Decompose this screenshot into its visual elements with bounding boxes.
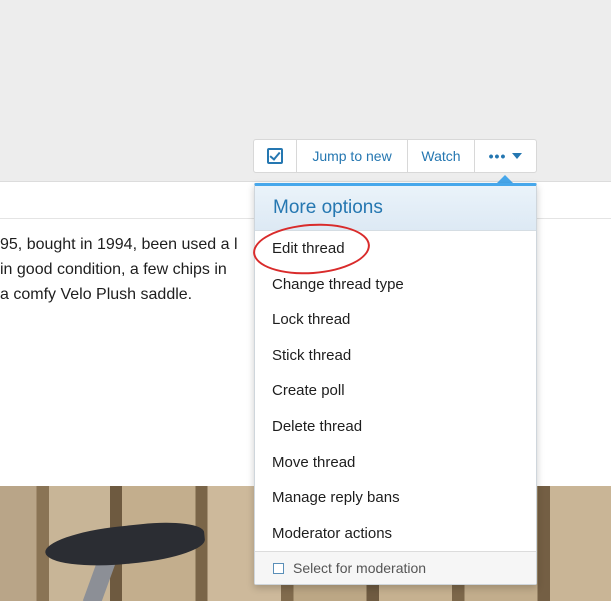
select-for-moderation[interactable]: Select for moderation [255, 551, 536, 584]
menu-item-create-poll[interactable]: Create poll [255, 373, 536, 409]
menu-title: More options [255, 186, 536, 231]
checkbox-check-icon [267, 148, 283, 164]
menu-item-moderator-actions[interactable]: Moderator actions [255, 516, 536, 552]
menu-item-lock-thread[interactable]: Lock thread [255, 302, 536, 338]
select-thread-button[interactable] [254, 140, 297, 172]
select-for-moderation-checkbox[interactable] [273, 562, 284, 574]
watch-button[interactable]: Watch [408, 140, 475, 172]
menu-item-manage-reply-bans[interactable]: Manage reply bans [255, 480, 536, 516]
more-options-button[interactable]: ••• [475, 140, 536, 172]
menu-item-move-thread[interactable]: Move thread [255, 445, 536, 481]
saddle-shape [43, 517, 207, 573]
jump-to-new-button[interactable]: Jump to new [297, 140, 408, 172]
menu-item-stick-thread[interactable]: Stick thread [255, 338, 536, 374]
select-for-moderation-label: Select for moderation [293, 560, 427, 576]
menu-item-delete-thread[interactable]: Delete thread [255, 409, 536, 445]
ellipsis-icon: ••• [488, 148, 507, 164]
caret-down-icon [512, 153, 523, 159]
thread-toolbar: Jump to new Watch ••• [253, 139, 537, 173]
